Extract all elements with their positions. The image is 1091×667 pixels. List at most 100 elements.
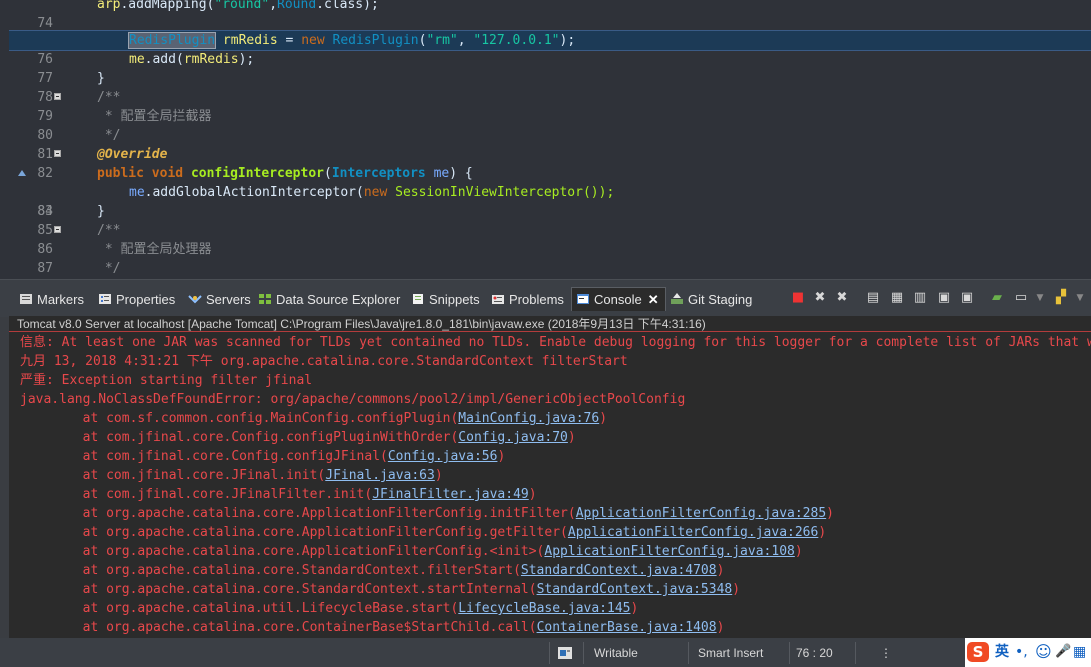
code-annotation: @Override	[97, 147, 168, 162]
views-tab-bar: Markers Properties Servers Data Source E…	[0, 279, 1091, 317]
code-token: .addMapping(	[120, 0, 215, 12]
tab-properties[interactable]: Properties	[98, 290, 175, 310]
tab-label: Servers	[206, 292, 251, 307]
console-line: at org.apache.catalina.core.ContainerBas…	[20, 618, 725, 637]
java-app-icon[interactable]	[557, 645, 573, 661]
tab-servers[interactable]: Servers	[188, 290, 251, 310]
code-line[interactable]: 77 me.add(rmRedis);	[9, 50, 1091, 86]
divider	[549, 642, 550, 664]
servers-icon	[188, 295, 202, 304]
data-source-icon	[259, 294, 271, 304]
remove-launch-icon[interactable]: ✖	[813, 291, 827, 305]
show-on-stdout-icon[interactable]: ▣	[937, 291, 951, 305]
code-token: rmRedis	[183, 52, 239, 67]
tab-console[interactable]: Console ✕	[571, 287, 666, 311]
fold-collapse-icon[interactable]	[54, 226, 61, 233]
terminate-icon[interactable]: ■	[791, 291, 805, 305]
divider	[583, 642, 584, 664]
stack-frame-link[interactable]: ContainerBase.java:1408	[537, 620, 717, 635]
fold-collapse-icon[interactable]	[54, 93, 61, 100]
tab-label: Snippets	[429, 292, 480, 307]
more-options-icon[interactable]: ⋮	[880, 646, 892, 660]
clear-console-icon[interactable]: ▤	[866, 291, 880, 305]
insert-mode-status[interactable]: Smart Insert	[698, 646, 763, 660]
code-line[interactable]: 84 me.addGlobalActionInterceptor(new Ses…	[9, 183, 1091, 219]
chevron-down-icon[interactable]: ▼	[1033, 291, 1047, 305]
stack-frame-suffix: )	[434, 468, 443, 483]
stack-frame-text: at org.apache.catalina.core.StandardCont…	[20, 582, 537, 597]
mic-icon[interactable]: 🎤	[1055, 644, 1071, 660]
open-console-icon[interactable]: ▞	[1054, 291, 1068, 305]
snippets-icon	[413, 294, 423, 304]
stack-frame-suffix: )	[794, 544, 803, 559]
code-line[interactable]: 75	[9, 12, 1091, 48]
tab-label: Problems	[509, 292, 564, 307]
fold-collapse-icon[interactable]	[54, 150, 61, 157]
console-line: at org.apache.catalina.util.LifecycleBas…	[20, 599, 639, 618]
code-token: );	[559, 33, 576, 48]
code-line[interactable]: 88 */	[9, 259, 1091, 278]
scroll-lock-icon[interactable]: ▦	[890, 291, 904, 305]
stack-frame-text: at com.jfinal.core.Config.configJFinal(	[20, 449, 388, 464]
stack-frame-link[interactable]: MainConfig.java:76	[458, 411, 599, 426]
stack-frame-link[interactable]: StandardContext.java:5348	[537, 582, 733, 597]
code-line[interactable]: 83 public void configInterceptor(Interce…	[9, 164, 1091, 219]
problems-icon	[492, 295, 504, 304]
tab-markers[interactable]: Markers	[19, 290, 84, 310]
tab-label: Git Staging	[688, 292, 753, 307]
code-line[interactable]: 80 * 配置全局拦截器	[9, 107, 1091, 143]
current-code-line[interactable]: 76 RedisPlugin rmRedis = new RedisPlugin…	[9, 30, 1091, 67]
emoji-icon[interactable]: ☺	[1035, 644, 1052, 660]
stack-frame-link[interactable]: Config.java:70	[458, 430, 568, 445]
view-menu-chevron-down-icon[interactable]: ▼	[1073, 291, 1087, 305]
show-on-stderr-icon[interactable]: ▣	[960, 291, 974, 305]
code-comment: /**	[97, 90, 121, 105]
display-console-icon[interactable]: ▭	[1014, 291, 1028, 305]
console-line: 信息: At least one JAR was scanned for TLD…	[20, 335, 1091, 350]
tab-label: Properties	[116, 292, 176, 307]
code-line[interactable]: 86 /**	[9, 221, 1091, 257]
tab-git-staging[interactable]: Git Staging	[670, 290, 752, 310]
writable-status: Writable	[594, 646, 638, 660]
stack-frame-link[interactable]: StandardContext.java:4708	[521, 563, 717, 578]
console-line: at com.jfinal.core.JFinal.init(JFinal.ja…	[20, 466, 443, 485]
override-marker-icon[interactable]	[18, 170, 26, 176]
stack-frame-link[interactable]: ApplicationFilterConfig.java:285	[576, 506, 826, 521]
divider	[855, 642, 856, 664]
code-editor[interactable]: 74 arp.addMapping("round",Round.class); …	[0, 0, 1091, 279]
code-token: configInterceptor	[190, 166, 324, 181]
divider	[9, 331, 1091, 332]
code-token: public	[97, 166, 144, 181]
console-line: 严重: Exception starting filter jfinal	[20, 373, 313, 388]
code-line[interactable]: 87 * 配置全局处理器	[9, 240, 1091, 276]
code-line[interactable]: 82 @Override	[9, 145, 1091, 181]
tab-snippets[interactable]: Snippets	[411, 290, 480, 310]
console-line: at org.apache.catalina.core.ApplicationF…	[20, 504, 834, 523]
stack-frame-link[interactable]: ApplicationFilterConfig.java:108	[544, 544, 794, 559]
ime-punct-toggle[interactable]: •,	[1015, 644, 1028, 660]
pin-console-icon[interactable]: ▰	[990, 291, 1004, 305]
code-line[interactable]: 78 }	[9, 69, 1091, 105]
console-output[interactable]: Tomcat v8.0 Server at localhost [Apache …	[9, 316, 1091, 638]
tab-problems[interactable]: Problems	[491, 290, 564, 310]
stack-frame-suffix: )	[630, 601, 639, 616]
ime-lang-toggle[interactable]: 英	[995, 644, 1009, 660]
stack-frame-link[interactable]: ApplicationFilterConfig.java:266	[568, 525, 818, 540]
tab-data-source-explorer[interactable]: Data Source Explorer	[258, 290, 400, 310]
stack-frame-link[interactable]: Config.java:56	[388, 449, 498, 464]
remove-all-terminated-icon[interactable]: ✖	[835, 291, 849, 305]
code-line[interactable]: 79 /**	[9, 88, 1091, 124]
code-line[interactable]: 81 */	[9, 126, 1091, 162]
sogou-logo[interactable]: S	[967, 642, 989, 662]
word-wrap-icon[interactable]: ▥	[913, 291, 927, 305]
code-line[interactable]: 85 }	[9, 202, 1091, 238]
stack-frame-link[interactable]: JFinalFilter.java:49	[372, 487, 529, 502]
stack-frame-text: at org.apache.catalina.util.LifecycleBas…	[20, 601, 459, 616]
keyboard-icon[interactable]: ▦	[1073, 644, 1086, 660]
console-line: at com.jfinal.core.JFinalFilter.init(JFi…	[20, 485, 537, 504]
close-tab-icon[interactable]: ✕	[648, 292, 659, 307]
stack-frame-link[interactable]: LifecycleBase.java:145	[458, 601, 630, 616]
stack-frame-suffix: )	[528, 487, 537, 502]
stack-frame-link[interactable]: JFinal.java:63	[325, 468, 435, 483]
code-token: me	[129, 52, 145, 67]
